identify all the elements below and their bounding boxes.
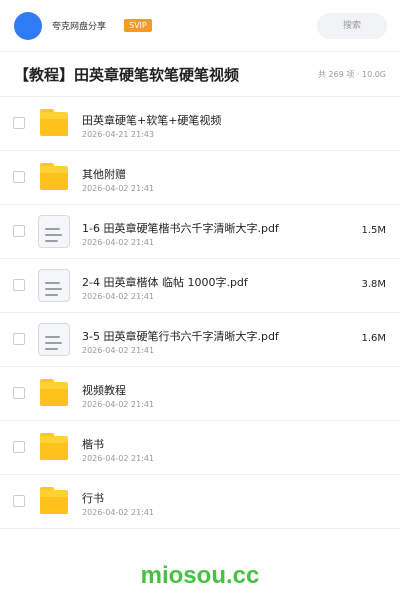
item-size: 3.8M <box>361 279 386 290</box>
folder-row[interactable]: 其他附赠 2026-04-02 21:41 <box>0 151 400 205</box>
folder-icon <box>37 485 71 519</box>
row-checkbox[interactable] <box>13 279 25 291</box>
row-checkbox[interactable] <box>13 387 25 399</box>
item-name[interactable]: 行书 <box>82 490 104 506</box>
svip-badge: SVIP <box>124 19 152 32</box>
avatar[interactable] <box>14 12 42 40</box>
item-date: 2026-04-02 21:41 <box>82 238 155 247</box>
item-name[interactable]: 视频教程 <box>82 382 126 398</box>
search-input[interactable] <box>317 13 387 39</box>
share-meta: 共 269 项 · 10.0G <box>318 70 386 79</box>
item-date: 2026-04-02 21:41 <box>82 454 155 463</box>
folder-icon <box>37 107 71 141</box>
file-row[interactable]: 2-4 田英章楷体 临帖 1000字.pdf 2026-04-02 21:41 3.… <box>0 259 400 313</box>
item-name[interactable]: 2-4 田英章楷体 临帖 1000字.pdf <box>82 274 248 290</box>
file-list: 田英章硬笔+软笔+硬笔视频 2026-04-21 21:43 其他附赠 2026-04… <box>0 97 400 529</box>
item-name[interactable]: 3-5 田英章硬笔行书六千字清晰大字.pdf <box>82 328 279 344</box>
item-date: 2026-04-02 21:41 <box>82 400 155 409</box>
folder-icon <box>37 161 71 195</box>
folder-row[interactable]: 视频教程 2026-04-02 21:41 <box>0 367 400 421</box>
item-date: 2026-04-02 21:41 <box>82 292 155 301</box>
item-name[interactable]: 其他附赠 <box>82 166 126 182</box>
document-icon <box>37 269 71 303</box>
page-title: 【教程】田英章硬笔软笔硬笔视频 <box>14 66 240 84</box>
row-checkbox[interactable] <box>13 495 25 507</box>
watermark-text: miosou.cc <box>140 562 260 589</box>
row-checkbox[interactable] <box>13 225 25 237</box>
item-date: 2026-04-02 21:41 <box>82 184 155 193</box>
file-row[interactable]: 3-5 田英章硬笔行书六千字清晰大字.pdf 2026-04-02 21:41 1.… <box>0 313 400 367</box>
row-checkbox[interactable] <box>13 333 25 345</box>
item-size: 1.6M <box>361 333 386 344</box>
item-date: 2026-04-21 21:43 <box>82 130 155 139</box>
top-header: 夸克网盘分享 SVIP <box>0 0 400 52</box>
folder-row[interactable]: 田英章硬笔+软笔+硬笔视频 2026-04-21 21:43 <box>0 97 400 151</box>
folder-row[interactable]: 楷书 2026-04-02 21:41 <box>0 421 400 475</box>
item-name[interactable]: 1-6 田英章硬笔楷书六千字清晰大字.pdf <box>82 220 279 236</box>
item-date: 2026-04-02 21:41 <box>82 508 155 517</box>
item-date: 2026-04-02 21:41 <box>82 346 155 355</box>
folder-icon <box>37 431 71 465</box>
user-name[interactable]: 夸克网盘分享 <box>52 19 106 32</box>
folder-icon <box>37 377 71 411</box>
row-checkbox[interactable] <box>13 171 25 183</box>
row-checkbox[interactable] <box>13 117 25 129</box>
row-checkbox[interactable] <box>13 441 25 453</box>
document-icon <box>37 323 71 357</box>
item-name[interactable]: 楷书 <box>82 436 104 452</box>
document-icon <box>37 215 71 249</box>
file-row[interactable]: 1-6 田英章硬笔楷书六千字清晰大字.pdf 2026-04-02 21:41 1.… <box>0 205 400 259</box>
item-name[interactable]: 田英章硬笔+软笔+硬笔视频 <box>82 112 221 128</box>
share-header: 【教程】田英章硬笔软笔硬笔视频 共 269 项 · 10.0G <box>0 52 400 97</box>
folder-row[interactable]: 行书 2026-04-02 21:41 <box>0 475 400 529</box>
item-size: 1.5M <box>361 225 386 236</box>
